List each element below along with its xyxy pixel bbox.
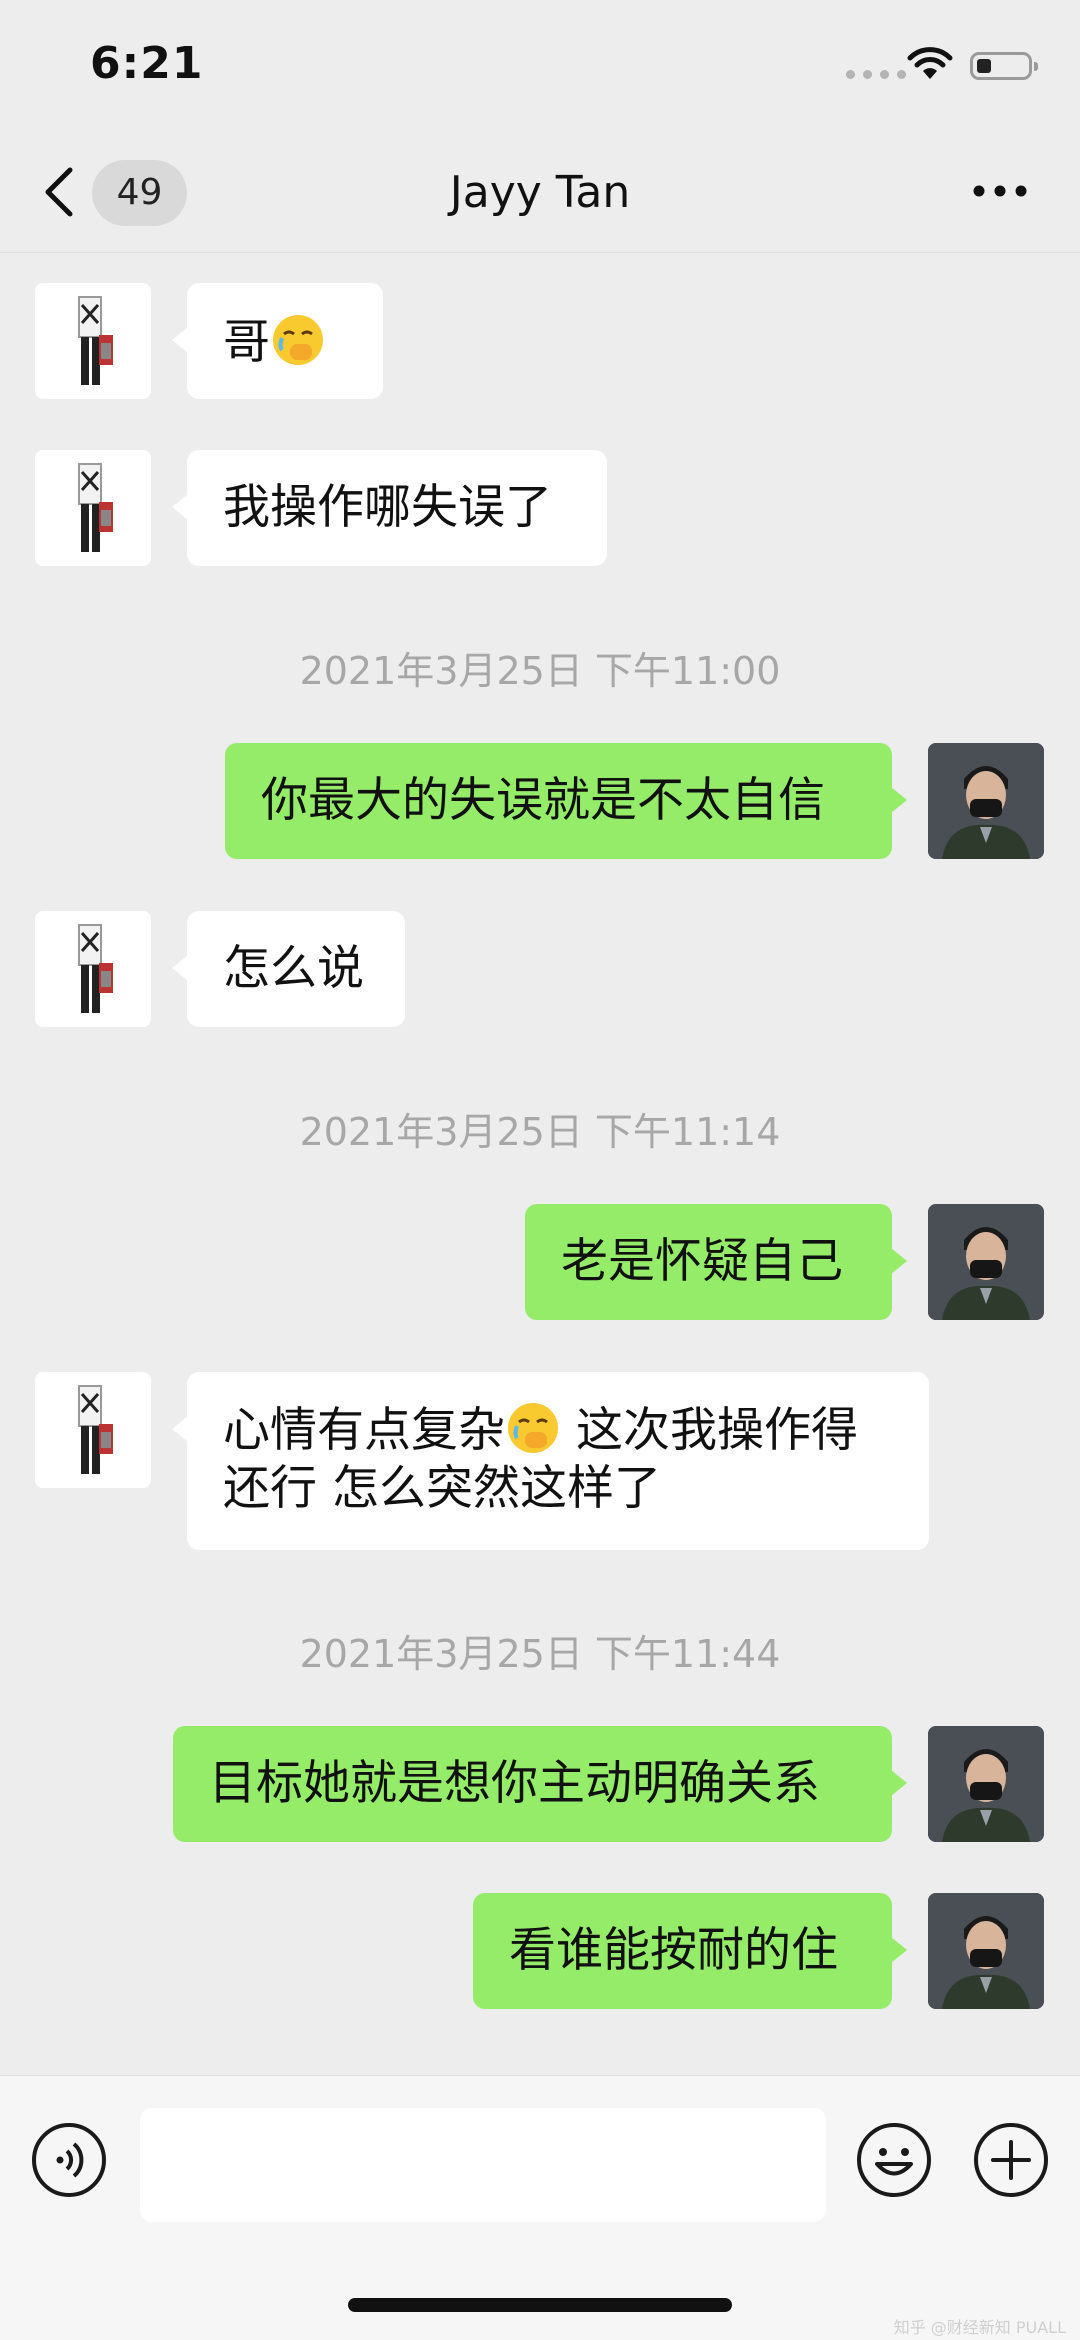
message-line: 心情有点复杂 这次我操作得 <box>223 1400 929 1460</box>
message-text: 目标她就是想你主动明确关系 <box>209 1756 820 1811</box>
message-bubble-outgoing[interactable]: 你最大的失误就是不太自信 <box>225 743 907 859</box>
message-text: 我操作哪失误了 <box>223 480 552 535</box>
message-text: 哥 <box>223 315 270 370</box>
message-bubble-outgoing[interactable]: 老是怀疑自己 <box>525 1204 907 1320</box>
home-indicator <box>348 2298 732 2312</box>
unread-count-badge[interactable]: 49 <box>92 160 187 226</box>
status-bar: 6:21 <box>0 0 1080 130</box>
friend-avatar[interactable] <box>35 911 151 1027</box>
message-text: 你最大的失误就是不太自信 <box>261 773 825 828</box>
friend-avatar[interactable] <box>35 283 151 399</box>
message-line: 还行 怎么突然这样了 <box>223 1460 929 1518</box>
message-timestamp: 2021年3月25日 下午11:14 <box>299 1110 781 1154</box>
face-with-hand-over-mouth-emoji-icon <box>508 1403 558 1453</box>
message-input[interactable] <box>140 2108 826 2222</box>
friend-avatar[interactable] <box>35 1372 151 1488</box>
chat-header: 49 Jayy Tan <box>0 130 1080 253</box>
watermark: 知乎 @财经新知 PUALL <box>893 2318 1066 2337</box>
message-text: 看谁能按耐的住 <box>509 1923 838 1978</box>
battery-icon <box>970 52 1038 80</box>
my-avatar[interactable] <box>928 1726 1044 1842</box>
message-text: 这次我操作得 <box>561 1403 858 1458</box>
wifi-icon <box>907 47 953 79</box>
status-time: 6:21 <box>90 38 204 89</box>
plus-icon[interactable] <box>972 2121 1050 2199</box>
message-text: 还行 怎么突然这样了 <box>223 1461 661 1516</box>
message-bubble-outgoing[interactable]: 看谁能按耐的住 <box>473 1893 907 2009</box>
emoji-icon[interactable] <box>855 2121 933 2199</box>
message-bubble-incoming[interactable]: 心情有点复杂 这次我操作得 还行 怎么突然这样了 <box>172 1372 929 1550</box>
chevron-left-icon[interactable] <box>40 164 84 220</box>
message-bubble-incoming[interactable]: 哥 <box>172 283 383 399</box>
message-bubble-outgoing[interactable]: 目标她就是想你主动明确关系 <box>173 1726 907 1842</box>
my-avatar[interactable] <box>928 1204 1044 1320</box>
my-avatar[interactable] <box>928 743 1044 859</box>
voice-icon[interactable] <box>30 2121 108 2199</box>
friend-avatar[interactable] <box>35 450 151 566</box>
face-with-hand-over-mouth-emoji-icon <box>273 315 323 365</box>
chat-title: Jayy Tan <box>449 167 631 218</box>
more-dots-icon[interactable] <box>972 184 1028 198</box>
my-avatar[interactable] <box>928 1893 1044 2009</box>
message-text: 老是怀疑自己 <box>561 1234 843 1289</box>
message-bubble-incoming[interactable]: 我操作哪失误了 <box>172 450 607 566</box>
message-bubble-incoming[interactable]: 怎么说 <box>172 911 405 1027</box>
message-text: 心情有点复杂 <box>223 1403 505 1458</box>
message-timestamp: 2021年3月25日 下午11:00 <box>299 649 781 693</box>
message-text: 怎么说 <box>223 941 364 996</box>
cellular-signal-icon <box>846 70 906 79</box>
message-timestamp: 2021年3月25日 下午11:44 <box>299 1632 781 1676</box>
